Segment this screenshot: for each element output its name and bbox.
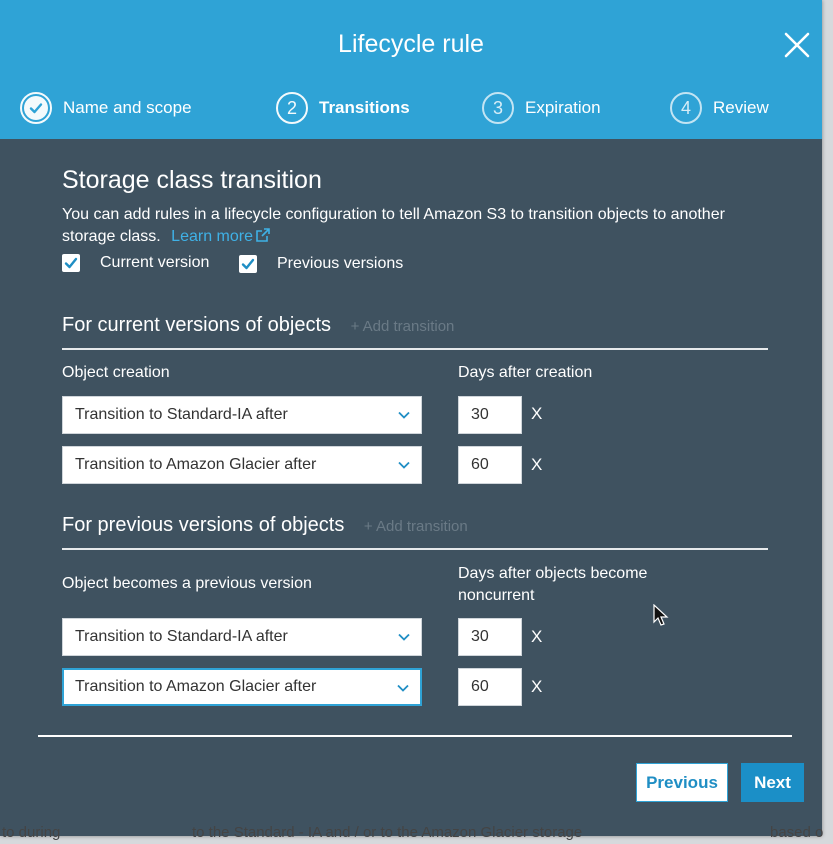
previous-versions-option[interactable]: Previous versions bbox=[239, 255, 403, 273]
footer-divider bbox=[38, 735, 792, 737]
description-text: You can add rules in a lifecycle configu… bbox=[62, 206, 725, 245]
add-transition-previous-link[interactable]: + Add transition bbox=[364, 518, 468, 535]
chevron-down-icon bbox=[398, 461, 410, 469]
section-title-text: For current versions of objects bbox=[62, 314, 331, 336]
days-after-creation-label: Days after creation bbox=[458, 364, 593, 381]
dialog-title: Lifecycle rule bbox=[338, 30, 484, 58]
step-label: Transitions bbox=[319, 98, 410, 117]
step-transitions[interactable]: 2 Transitions bbox=[276, 91, 410, 125]
current-days-input-2[interactable] bbox=[458, 446, 522, 484]
select-value: Transition to Standard-IA after bbox=[75, 628, 288, 645]
lifecycle-rule-dialog: Lifecycle rule Name and scope 2 Transiti… bbox=[0, 0, 822, 836]
previous-versions-label: Previous versions bbox=[277, 255, 404, 272]
learn-more-link[interactable]: Learn more bbox=[171, 228, 271, 245]
object-becomes-previous-label: Object becomes a previous version bbox=[62, 575, 312, 592]
step-label: Expiration bbox=[525, 98, 601, 117]
current-version-label: Current version bbox=[100, 254, 210, 271]
days-after-noncurrent-label: Days after objects become noncurrent bbox=[458, 565, 648, 604]
storage-class-description: You can add rules in a lifecycle configu… bbox=[62, 204, 762, 250]
select-value: Transition to Standard-IA after bbox=[75, 406, 288, 423]
previous-days-input-2[interactable] bbox=[458, 668, 522, 706]
previous-versions-checkbox[interactable] bbox=[239, 255, 257, 273]
check-circle-icon bbox=[20, 92, 52, 124]
step-label: Review bbox=[713, 98, 769, 117]
close-icon[interactable] bbox=[782, 30, 812, 60]
add-transition-current-link[interactable]: + Add transition bbox=[351, 318, 455, 335]
step-name-and-scope[interactable]: Name and scope bbox=[20, 91, 192, 125]
step-label: Name and scope bbox=[63, 98, 192, 117]
previous-days-input-1[interactable] bbox=[458, 618, 522, 656]
next-button[interactable]: Next bbox=[741, 763, 804, 802]
current-version-checkbox[interactable] bbox=[62, 254, 80, 272]
remove-transition-button[interactable]: X bbox=[531, 455, 542, 475]
storage-class-heading: Storage class transition bbox=[62, 166, 322, 194]
select-value: Transition to Amazon Glacier after bbox=[75, 678, 317, 695]
divider bbox=[62, 548, 768, 550]
current-versions-title: For current versions of objects + Add tr… bbox=[62, 314, 454, 337]
external-link-icon bbox=[255, 227, 271, 250]
background-text-right: based o bbox=[770, 824, 824, 841]
section-title-text: For previous versions of objects bbox=[62, 514, 345, 536]
step-number: 4 bbox=[670, 92, 702, 124]
chevron-down-icon bbox=[397, 684, 409, 692]
current-days-input-1[interactable] bbox=[458, 396, 522, 434]
dialog-header: Lifecycle rule Name and scope 2 Transiti… bbox=[0, 0, 822, 139]
step-review[interactable]: 4 Review bbox=[670, 91, 769, 125]
divider bbox=[62, 348, 768, 350]
previous-transition-select-1[interactable]: Transition to Standard-IA after bbox=[62, 618, 422, 656]
chevron-down-icon bbox=[398, 633, 410, 641]
previous-transition-select-2[interactable]: Transition to Amazon Glacier after bbox=[62, 668, 422, 706]
current-transition-select-1[interactable]: Transition to Standard-IA after bbox=[62, 396, 422, 434]
remove-transition-button[interactable]: X bbox=[531, 404, 542, 424]
step-expiration[interactable]: 3 Expiration bbox=[482, 91, 601, 125]
mouse-pointer-icon bbox=[653, 604, 669, 626]
step-number: 3 bbox=[482, 92, 514, 124]
step-number: 2 bbox=[276, 92, 308, 124]
current-version-option[interactable]: Current version bbox=[62, 254, 209, 272]
previous-button[interactable]: Previous bbox=[636, 763, 728, 802]
background-page-text: to during to the Standard - IA and / or … bbox=[0, 824, 833, 844]
object-creation-label: Object creation bbox=[62, 364, 170, 381]
select-value: Transition to Amazon Glacier after bbox=[75, 456, 317, 473]
background-text-left: to during bbox=[2, 824, 61, 841]
learn-more-label: Learn more bbox=[171, 228, 253, 245]
remove-transition-button[interactable]: X bbox=[531, 627, 542, 647]
chevron-down-icon bbox=[398, 411, 410, 419]
remove-transition-button[interactable]: X bbox=[531, 677, 542, 697]
current-transition-select-2[interactable]: Transition to Amazon Glacier after bbox=[62, 446, 422, 484]
previous-versions-title: For previous versions of objects + Add t… bbox=[62, 514, 468, 537]
background-text-middle: to the Standard - IA and / or to the Ama… bbox=[192, 824, 583, 841]
